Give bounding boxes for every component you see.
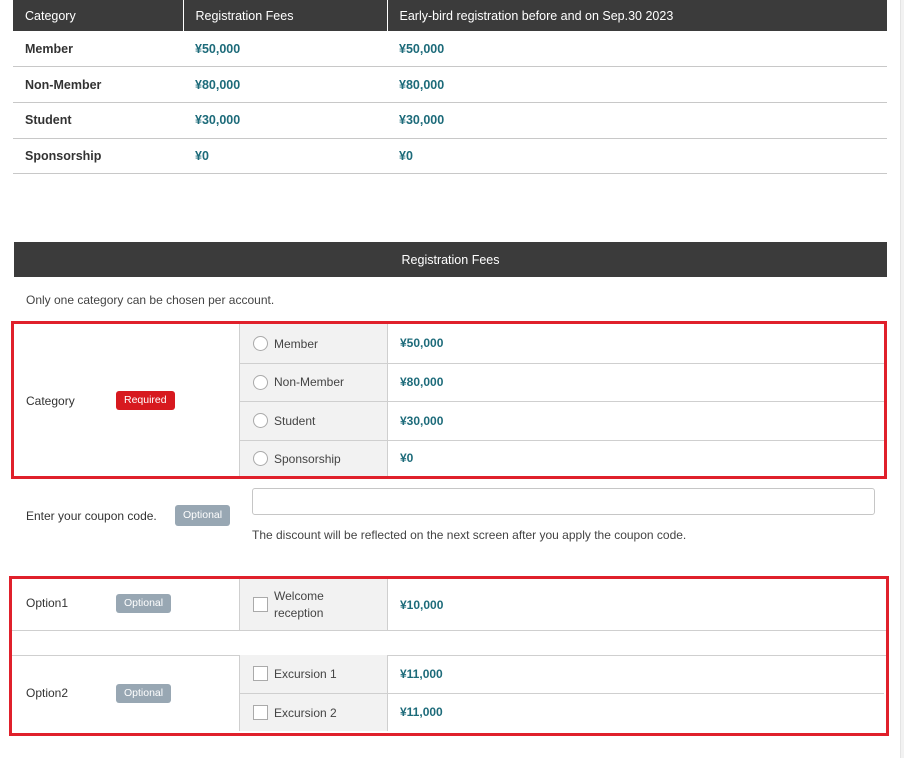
radio-button[interactable]: [253, 374, 268, 390]
option-label: Member: [274, 336, 319, 351]
checkbox[interactable]: [253, 597, 268, 612]
option-price: ¥11,000: [400, 666, 443, 681]
option-row[interactable]: Excursion 2 ¥11,000: [239, 692, 884, 731]
category-option-member[interactable]: Member: [239, 324, 388, 363]
option-label: Student: [274, 413, 316, 428]
row-early-fee: ¥0: [387, 138, 887, 175]
table-row: Student ¥30,000 ¥30,000: [13, 102, 887, 139]
divider: [12, 630, 886, 631]
checkbox[interactable]: [253, 704, 268, 720]
category-option-row[interactable]: Non-Member ¥80,000: [239, 362, 884, 401]
radio-button[interactable]: [253, 450, 268, 466]
category-option-sponsorship[interactable]: Sponsorship: [239, 439, 388, 476]
fee-table: Category Registration Fees Early-bird re…: [13, 0, 887, 175]
table-row: Member ¥50,000 ¥50,000: [13, 31, 887, 68]
optional-badge: Optional: [116, 594, 172, 613]
optional-badge: Optional: [175, 505, 231, 526]
option-excursion-1[interactable]: Excursion 1: [239, 655, 388, 693]
required-badge: Required: [116, 391, 175, 410]
option-label: Sponsorship: [274, 451, 341, 466]
row-category: Non-Member: [13, 66, 183, 103]
header-early-bird: Early-bird registration before and on Se…: [387, 0, 887, 31]
radio-button[interactable]: [253, 413, 268, 429]
option-excursion-2[interactable]: Excursion 2: [239, 692, 388, 731]
row-fee: ¥0: [183, 138, 387, 175]
section-header: Registration Fees: [14, 242, 887, 277]
category-option-non-member[interactable]: Non-Member: [239, 362, 388, 401]
option2-label: Option2: [26, 686, 69, 700]
option1-label: Option1: [26, 596, 69, 610]
scrollbar[interactable]: [900, 0, 904, 758]
category-option-student[interactable]: Student: [239, 400, 388, 440]
category-option-row[interactable]: Sponsorship ¥0: [239, 439, 884, 476]
option-price: ¥10,000: [400, 597, 444, 612]
coupon-note: The discount will be reflected on the ne…: [252, 528, 687, 542]
option-price: ¥80,000: [387, 362, 884, 401]
category-options: Member ¥50,000 Non-Member ¥80,000 Studen…: [239, 324, 884, 476]
row-fee: ¥80,000: [183, 66, 387, 103]
checkbox[interactable]: [253, 666, 268, 682]
row-category: Member: [13, 31, 183, 68]
row-early-fee: ¥80,000: [387, 66, 887, 103]
fee-table-header: Category Registration Fees Early-bird re…: [13, 0, 887, 31]
option1-choices: Welcome reception ¥10,000: [239, 579, 884, 630]
option-price: ¥30,000: [387, 400, 884, 440]
category-label: Category: [26, 394, 75, 408]
coupon-input[interactable]: [252, 488, 875, 515]
row-early-fee: ¥50,000: [387, 31, 887, 68]
row-fee: ¥30,000: [183, 102, 387, 139]
row-category: Sponsorship: [13, 138, 183, 175]
option-label: Excursion 2: [274, 705, 337, 720]
option-welcome-reception[interactable]: Welcome reception: [239, 579, 388, 630]
category-note: Only one category can be chosen per acco…: [26, 293, 275, 307]
table-row: Sponsorship ¥0 ¥0: [13, 138, 887, 175]
option-price: ¥0: [387, 439, 884, 476]
category-option-row[interactable]: Member ¥50,000: [239, 324, 885, 363]
option-label: Excursion 1: [274, 666, 337, 681]
optional-badge: Optional: [116, 684, 172, 703]
category-option-row[interactable]: Student ¥30,000: [239, 400, 884, 440]
option-label: Welcome reception: [274, 588, 324, 620]
table-row: Non-Member ¥80,000 ¥80,000: [13, 66, 887, 103]
option2-choices: Excursion 1 ¥11,000 Excursion 2 ¥11,000: [239, 655, 884, 731]
row-fee: ¥50,000: [183, 31, 387, 68]
option-row[interactable]: Welcome reception ¥10,000: [239, 579, 885, 630]
option-price: ¥11,000: [387, 692, 884, 731]
row-category: Student: [13, 102, 183, 139]
row-early-fee: ¥30,000: [387, 102, 887, 139]
coupon-label: Enter your coupon code.: [26, 509, 157, 523]
radio-button[interactable]: [253, 335, 268, 351]
option-label: Non-Member: [274, 375, 345, 390]
option-row[interactable]: Excursion 1 ¥11,000: [239, 655, 885, 693]
header-category: Category: [13, 0, 184, 31]
option-price: ¥50,000: [400, 336, 444, 351]
header-registration-fees: Registration Fees: [183, 0, 388, 31]
